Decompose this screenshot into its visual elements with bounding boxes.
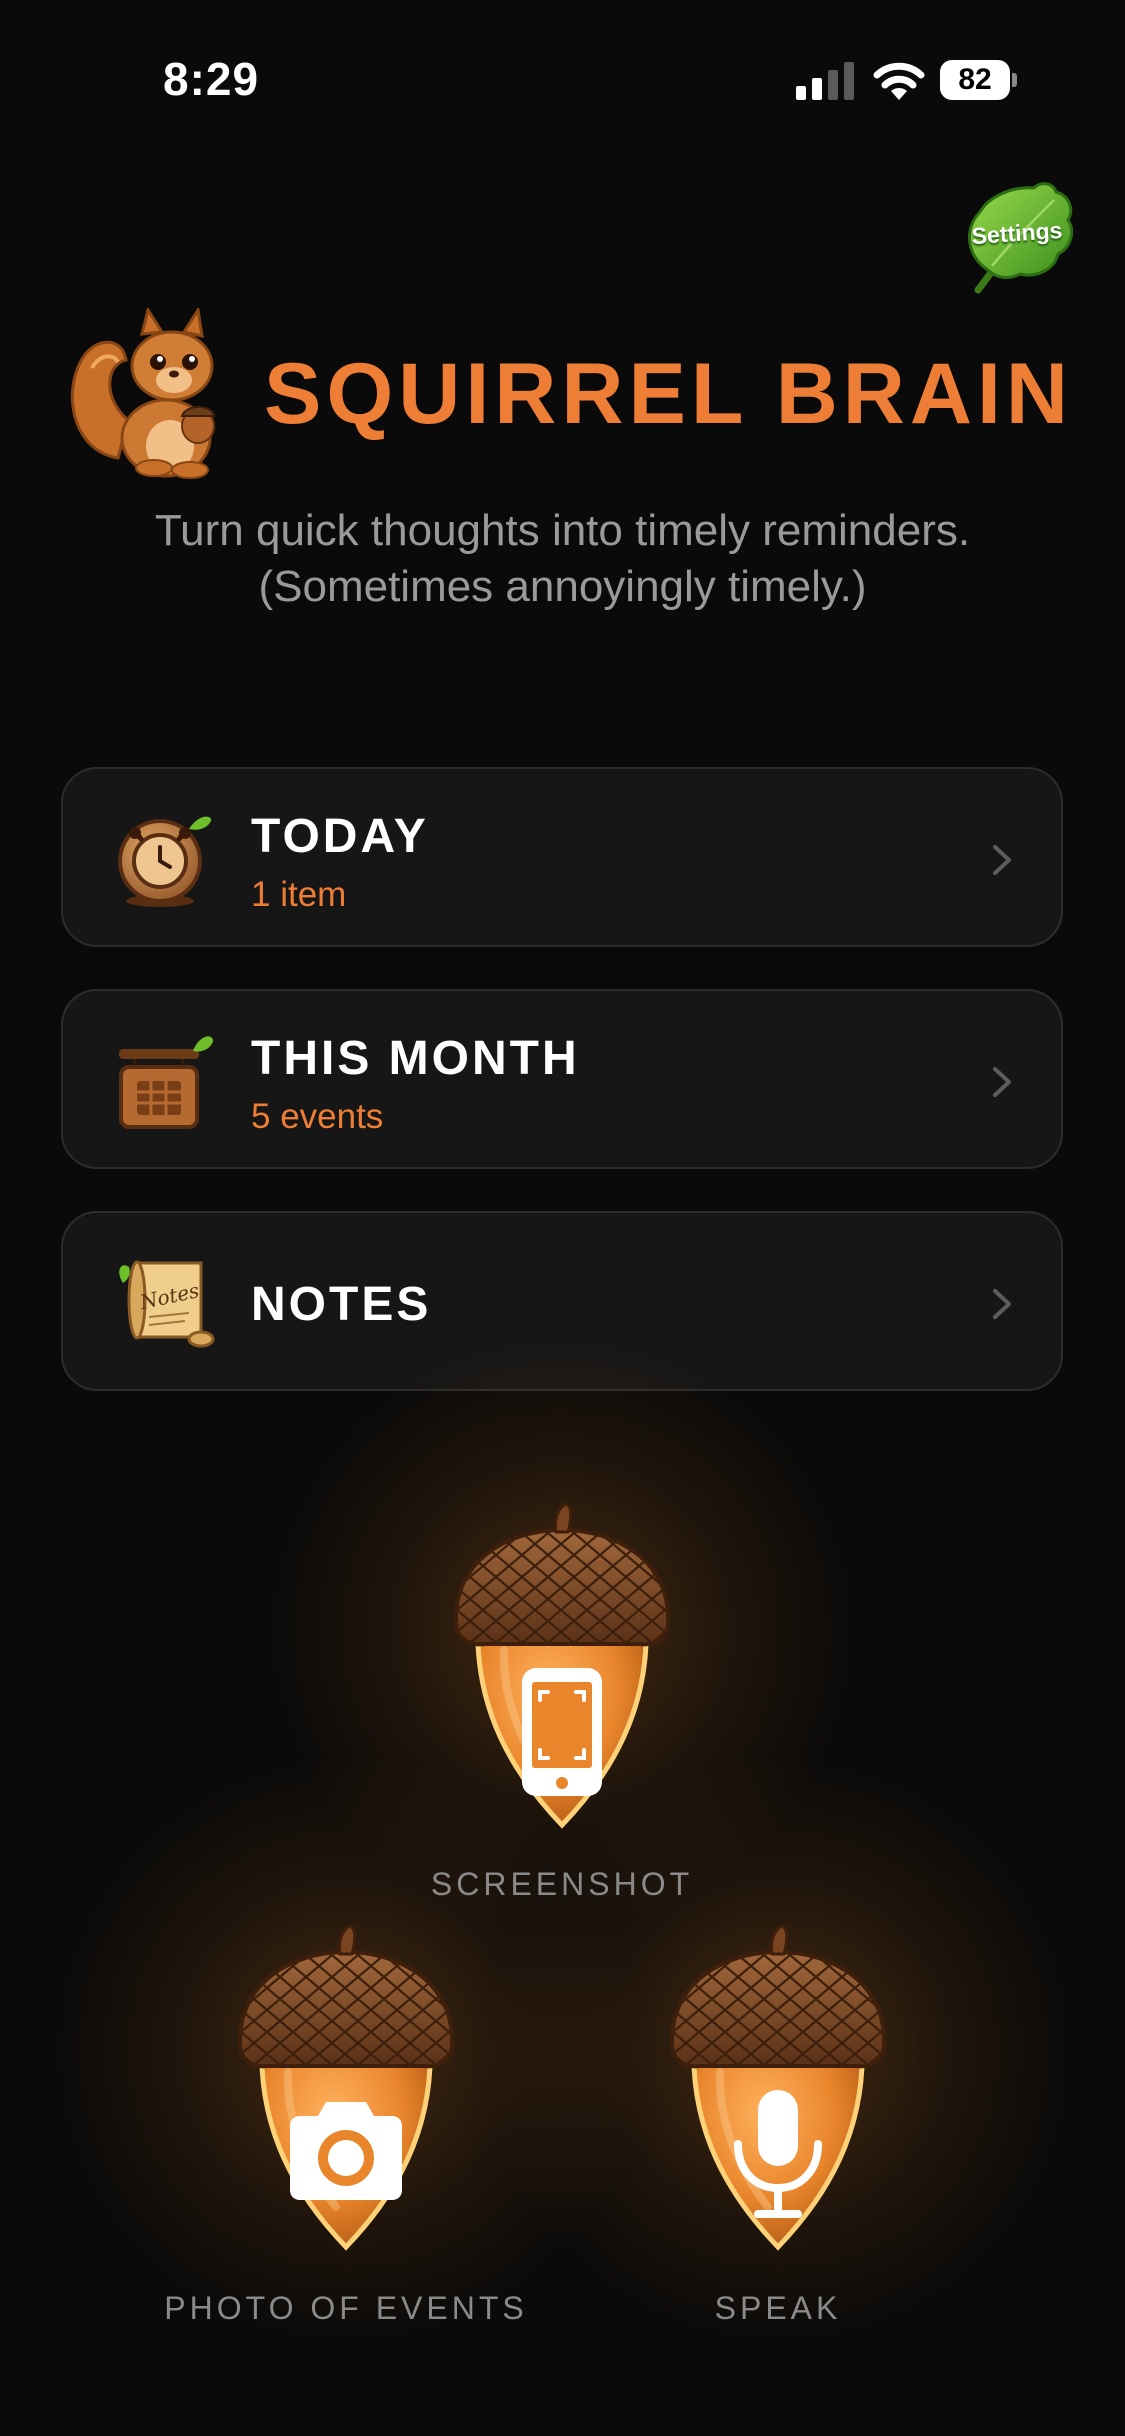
acorn-icon [453, 1502, 671, 1829]
battery-level: 82 [940, 60, 1010, 100]
this-month-row[interactable]: THIS MONTH 5 events [61, 989, 1063, 1169]
battery-indicator: 82 [940, 60, 1020, 102]
chevron-right-icon [993, 1067, 1011, 1097]
phone-screenshot-icon [522, 1668, 602, 1796]
chevron-right-icon [993, 1289, 1011, 1319]
alarm-clock-icon [118, 816, 212, 907]
subtitle-line-2: (Sometimes annoyingly timely.) [258, 562, 867, 611]
acorn-icon [237, 1924, 455, 2251]
cellular-signal-icon [796, 62, 854, 100]
camera-icon [290, 2102, 402, 2200]
app-subtitle: Turn quick thoughts into timely reminder… [0, 503, 1125, 615]
chevron-right-icon [993, 845, 1011, 875]
battery-tip [1012, 73, 1017, 87]
speak-button[interactable] [660, 1922, 896, 2267]
today-title: TODAY [251, 810, 429, 863]
app-title: SQUIRREL BRAIN [264, 346, 1074, 442]
screenshot-button[interactable] [444, 1500, 680, 1845]
photo-of-events-button[interactable] [228, 1922, 464, 2267]
settings-button[interactable]: Settings [958, 178, 1076, 296]
status-time: 8:29 [163, 53, 260, 105]
screenshot-label: SCREENSHOT [430, 1866, 694, 1902]
today-count: 1 item [251, 875, 347, 914]
photo-of-events-label: PHOTO OF EVENTS [164, 2290, 528, 2326]
notes-scroll-icon: Notes [119, 1260, 215, 1348]
calendar-sign-icon [119, 1036, 213, 1129]
today-row[interactable]: TODAY 1 item [61, 767, 1063, 947]
acorn-icon [669, 1924, 887, 2251]
this-month-title: THIS MONTH [251, 1032, 580, 1085]
notes-title: NOTES [251, 1278, 432, 1331]
this-month-count: 5 events [251, 1097, 384, 1136]
speak-label: SPEAK [714, 2290, 842, 2326]
wifi-icon [873, 62, 925, 100]
subtitle-line-1: Turn quick thoughts into timely reminder… [154, 506, 971, 555]
squirrel-logo-icon [70, 308, 216, 479]
